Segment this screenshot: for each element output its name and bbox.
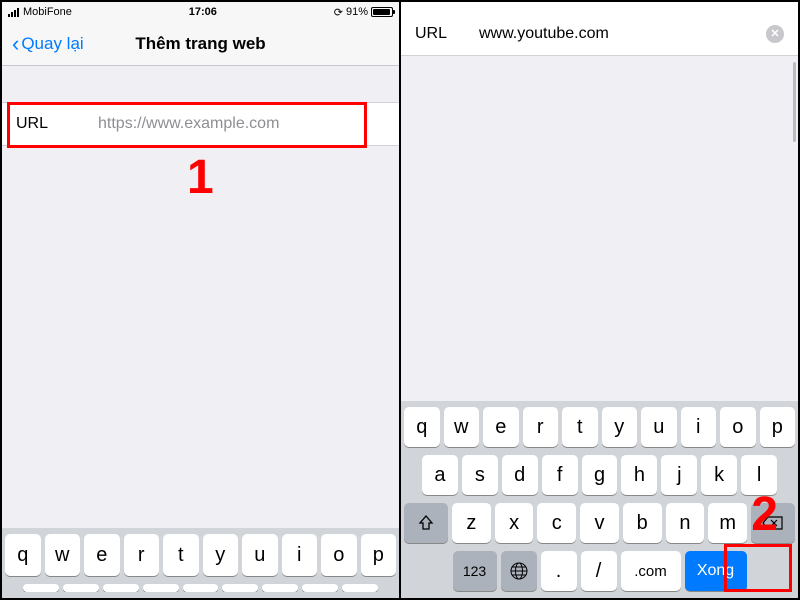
key-b[interactable]: b [623,503,662,543]
nav-bar: ‹ Quay lại Thêm trang web [2,22,399,66]
key-q[interactable]: q [5,534,41,576]
key-e[interactable]: e [483,407,519,447]
url-label-right: URL [415,25,479,43]
back-button[interactable]: ‹ Quay lại [12,31,84,57]
back-label: Quay lại [21,34,83,54]
chevron-left-icon: ‹ [12,31,19,57]
key-w[interactable]: w [45,534,81,576]
key-k[interactable]: k [701,455,737,495]
annotation-number-2: 2 [751,487,778,542]
key-a[interactable]: a [422,455,458,495]
status-bar: MobiFone 17:06 ⟳ 91% [2,2,399,22]
signal-icon [8,7,19,17]
key-o[interactable]: o [321,534,357,576]
key-r[interactable]: r [124,534,160,576]
status-time: 17:06 [72,6,334,18]
key-dot[interactable]: . [541,551,577,591]
rotation-lock-icon: ⟳ [334,6,343,19]
key-y[interactable]: y [602,407,638,447]
battery-percent: 91% [346,6,368,18]
scrollbar[interactable] [793,62,796,142]
keyboard-left: qwertyuiop [2,528,399,598]
url-row[interactable]: URL [2,102,399,146]
key-t[interactable]: t [163,534,199,576]
key-z[interactable]: z [452,503,491,543]
key-y[interactable]: y [203,534,239,576]
carrier-label: MobiFone [23,6,72,18]
key-t[interactable]: t [562,407,598,447]
key-v[interactable]: v [580,503,619,543]
key-s[interactable]: s [462,455,498,495]
key-n[interactable]: n [666,503,705,543]
key-q[interactable]: q [404,407,440,447]
annotation-number-1: 1 [187,150,214,205]
key-o[interactable]: o [720,407,756,447]
keyboard-right: qwertyuiop asdfghjkl zxcvbnm 123 . / .co… [401,401,798,598]
key-com[interactable]: .com [621,551,681,591]
battery-icon [371,7,393,17]
key-h[interactable]: h [621,455,657,495]
key-x[interactable]: x [495,503,534,543]
globe-icon[interactable] [501,551,537,591]
key-w[interactable]: w [444,407,480,447]
url-input[interactable] [98,115,385,133]
key-e[interactable]: e [84,534,120,576]
key-j[interactable]: j [661,455,697,495]
key-c[interactable]: c [537,503,576,543]
clear-icon[interactable]: ✕ [766,25,784,43]
key-u[interactable]: u [242,534,278,576]
key-123[interactable]: 123 [453,551,497,591]
url-input-right[interactable] [479,25,750,43]
url-row-right[interactable]: URL ✕ [401,12,798,56]
key-m[interactable]: m [708,503,747,543]
key-f[interactable]: f [542,455,578,495]
key-g[interactable]: g [582,455,618,495]
key-u[interactable]: u [641,407,677,447]
key-i[interactable]: i [681,407,717,447]
key-slash[interactable]: / [581,551,617,591]
key-i[interactable]: i [282,534,318,576]
key-p[interactable]: p [760,407,796,447]
key-r[interactable]: r [523,407,559,447]
url-label: URL [16,115,96,133]
shift-key[interactable] [404,503,448,543]
key-d[interactable]: d [502,455,538,495]
key-p[interactable]: p [361,534,397,576]
done-button[interactable]: Xong [685,551,747,591]
